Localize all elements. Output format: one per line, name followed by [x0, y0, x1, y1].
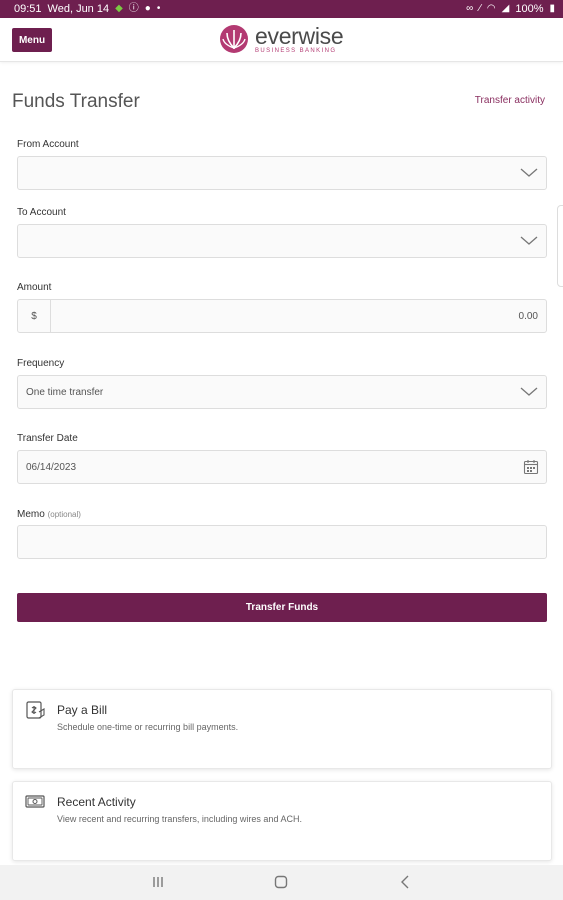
to-account-select[interactable]: [17, 224, 547, 258]
bulb-icon: ●: [144, 3, 151, 14]
app-notification-icon: ◆: [115, 3, 123, 14]
menu-button[interactable]: Menu: [12, 28, 52, 52]
status-date: Wed, Jun 14: [47, 3, 110, 15]
page-title: Funds Transfer: [12, 91, 140, 112]
transfer-date-input[interactable]: 06/14/2023: [17, 450, 547, 484]
frequency-select[interactable]: One time transfer: [17, 375, 547, 409]
to-account-label: To Account: [17, 207, 66, 218]
info-icon: ⓘ: [128, 3, 139, 14]
pay-bill-description: Schedule one-time or recurring bill paym…: [57, 722, 239, 732]
bill-icon: [26, 701, 45, 719]
recent-apps-icon: [153, 877, 163, 887]
chevron-down-icon: [520, 236, 538, 245]
calendar-icon[interactable]: [523, 459, 539, 475]
amount-label: Amount: [17, 282, 52, 293]
status-time: 09:51: [14, 3, 42, 15]
signal-icon: ◢: [501, 3, 510, 14]
transfer-activity-link[interactable]: Transfer activity: [475, 95, 545, 106]
everwise-logo-icon: [220, 25, 248, 53]
mute-icon: ∕: [479, 3, 481, 14]
wifi-icon: ◠: [486, 3, 496, 14]
side-panel-handle[interactable]: [557, 205, 563, 287]
pay-bill-card[interactable]: Pay a Bill Schedule one-time or recurrin…: [12, 689, 552, 769]
chevron-down-icon: [520, 387, 538, 396]
brand-logo[interactable]: everwise BUSINESS BANKING: [219, 22, 344, 54]
home-icon: [274, 875, 288, 889]
link-icon: ∞: [466, 3, 474, 14]
memo-label: Memo (optional): [17, 509, 81, 520]
transfer-date-value: 06/14/2023: [26, 461, 77, 473]
recent-apps-button[interactable]: [150, 874, 166, 890]
home-button[interactable]: [273, 874, 289, 890]
back-button[interactable]: [397, 874, 413, 890]
back-icon: [401, 875, 409, 889]
from-account-label: From Account: [17, 139, 79, 150]
system-nav-bar: [0, 865, 563, 900]
recent-activity-title: Recent Activity: [57, 795, 136, 809]
from-account-select[interactable]: [17, 156, 547, 190]
dot-icon: •: [156, 3, 161, 14]
battery-percent: 100%: [515, 3, 544, 15]
app-header: Menu everwise BUSINESS BANKING: [0, 18, 563, 62]
brand-subtitle: BUSINESS BANKING: [255, 47, 337, 54]
transfer-funds-button[interactable]: Transfer Funds: [17, 593, 547, 622]
recent-activity-card[interactable]: Recent Activity View recent and recurrin…: [12, 781, 552, 861]
brand-name: everwise: [255, 22, 344, 49]
battery-icon: ▮: [549, 3, 555, 14]
cash-icon: [25, 795, 45, 808]
amount-placeholder: 0.00: [518, 310, 538, 322]
recent-activity-description: View recent and recurring transfers, inc…: [57, 814, 302, 824]
currency-symbol: $: [18, 300, 51, 332]
memo-optional-hint: (optional): [47, 510, 81, 519]
pay-bill-title: Pay a Bill: [57, 703, 108, 717]
amount-input[interactable]: $ 0.00: [17, 299, 547, 333]
memo-label-text: Memo: [17, 509, 45, 520]
frequency-value: One time transfer: [26, 386, 104, 398]
memo-input[interactable]: [17, 525, 547, 559]
transfer-date-label: Transfer Date: [17, 433, 78, 444]
status-bar: 09:51 Wed, Jun 14 ◆ ⓘ ● • ∞ ∕ ◠ ◢ 100% ▮: [0, 0, 563, 18]
frequency-label: Frequency: [17, 358, 65, 369]
chevron-down-icon: [520, 168, 538, 177]
